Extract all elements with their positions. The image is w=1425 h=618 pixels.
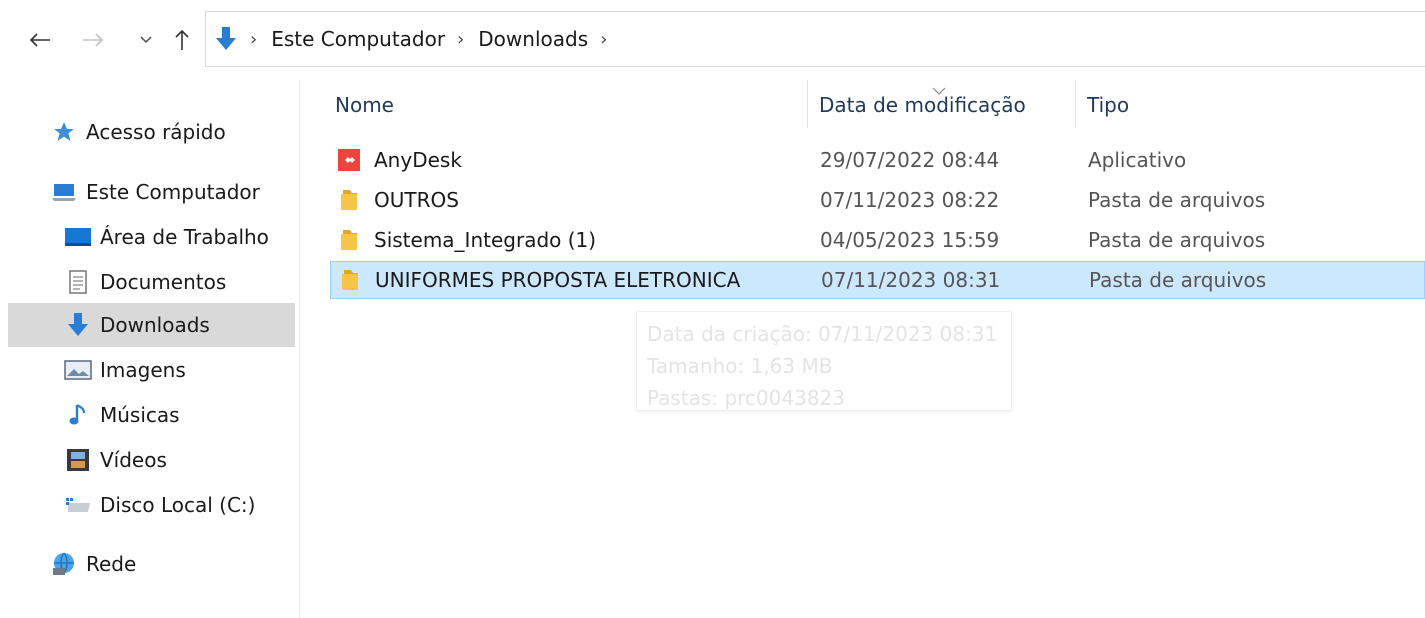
folder-icon	[336, 228, 362, 252]
arrow-up-icon	[175, 29, 189, 50]
file-date: 04/05/2023 15:59	[820, 228, 1000, 252]
anydesk-icon	[336, 148, 362, 172]
file-row-uniformes-proposta-eletronica[interactable]: UNIFORMES PROPOSTA ELETRONICA 07/11/2023…	[330, 261, 1425, 299]
back-button[interactable]	[22, 24, 58, 56]
arrow-left-icon	[29, 33, 50, 47]
address-bar[interactable]: › Este Computador › Downloads ›	[205, 11, 1425, 67]
folder-icon	[336, 188, 362, 212]
sidebar-item-label: Documentos	[100, 270, 227, 294]
sidebar-item-label: Este Computador	[86, 180, 260, 204]
video-icon	[64, 446, 92, 474]
breadcrumb-downloads[interactable]: Downloads	[478, 27, 588, 51]
arrow-right-icon	[83, 33, 104, 47]
folder-icon	[337, 268, 363, 292]
sidebar-item-downloads[interactable]: Downloads	[8, 303, 295, 347]
sidebar-item-label: Acesso rápido	[86, 120, 226, 144]
recent-locations-button[interactable]	[134, 24, 158, 56]
file-date: 29/07/2022 08:44	[820, 148, 1000, 172]
column-header-nome[interactable]: Nome	[335, 80, 805, 130]
document-icon	[64, 268, 92, 296]
sidebar-item-label: Imagens	[100, 358, 186, 382]
column-divider[interactable]	[807, 80, 808, 128]
sidebar-item-label: Vídeos	[100, 448, 167, 472]
file-name-cell: UNIFORMES PROPOSTA ELETRONICA	[337, 268, 740, 292]
sidebar-item-imagens[interactable]: Imagens	[64, 348, 290, 392]
computer-icon	[50, 178, 78, 206]
file-row-sistema-integrado[interactable]: Sistema_Integrado (1) 04/05/2023 15:59 P…	[330, 221, 1425, 259]
file-row-outros[interactable]: OUTROS 07/11/2023 08:22 Pasta de arquivo…	[330, 181, 1425, 219]
tooltip-folders: Pastas: prc0043823	[647, 386, 845, 410]
file-info-tooltip: Data da criação: 07/11/2023 08:31 Tamanh…	[636, 311, 1012, 411]
column-header-tipo[interactable]: Tipo	[1087, 80, 1387, 130]
sidebar-item-acesso-rapido[interactable]: Acesso rápido	[50, 110, 290, 154]
file-type: Aplicativo	[1088, 148, 1187, 172]
navigation-pane: Acesso rápido Este Computador Área de Tr…	[0, 80, 300, 618]
column-divider[interactable]	[1075, 80, 1076, 128]
breadcrumb-este-computador[interactable]: Este Computador	[271, 27, 445, 51]
file-date: 07/11/2023 08:31	[821, 268, 1001, 292]
forward-button[interactable]	[78, 24, 108, 56]
up-button[interactable]	[168, 24, 196, 56]
file-name-cell: OUTROS	[336, 188, 459, 212]
desktop-icon	[64, 223, 92, 251]
sidebar-item-documentos[interactable]: Documentos	[64, 260, 290, 304]
file-date: 07/11/2023 08:22	[820, 188, 1000, 212]
image-icon	[64, 356, 92, 384]
tooltip-created: Data da criação: 07/11/2023 08:31	[647, 322, 998, 346]
network-icon	[50, 550, 78, 578]
file-type: Pasta de arquivos	[1088, 188, 1266, 212]
breadcrumb-separator[interactable]: ›	[250, 29, 257, 50]
breadcrumb-separator[interactable]: ›	[600, 29, 607, 50]
file-row-anydesk[interactable]: AnyDesk 29/07/2022 08:44 Aplicativo	[330, 141, 1425, 179]
download-location-icon	[214, 26, 238, 52]
file-name-cell: Sistema_Integrado (1)	[336, 228, 596, 252]
star-icon	[50, 118, 78, 146]
file-name: UNIFORMES PROPOSTA ELETRONICA	[375, 268, 741, 292]
sidebar-item-musicas[interactable]: Músicas	[64, 393, 290, 437]
file-type: Pasta de arquivos	[1088, 228, 1266, 252]
sidebar-item-disco-local[interactable]: Disco Local (C:)	[64, 483, 290, 527]
sidebar-item-label: Rede	[86, 552, 137, 576]
music-icon	[64, 401, 92, 429]
sidebar-item-este-computador[interactable]: Este Computador	[50, 170, 290, 214]
navigation-bar: › Este Computador › Downloads ›	[0, 0, 1425, 80]
file-type: Pasta de arquivos	[1089, 268, 1267, 292]
sidebar-item-area-de-trabalho[interactable]: Área de Trabalho	[64, 215, 290, 259]
sidebar-item-label: Área de Trabalho	[100, 225, 269, 249]
sidebar-item-label: Downloads	[100, 313, 210, 337]
drive-icon	[64, 491, 92, 519]
breadcrumb-separator[interactable]: ›	[457, 29, 464, 50]
file-name-cell: AnyDesk	[336, 148, 462, 172]
column-header-data-modificacao[interactable]: Data de modificação	[819, 80, 1069, 130]
file-name: Sistema_Integrado (1)	[374, 228, 597, 252]
chevron-down-icon	[140, 36, 152, 43]
file-name: OUTROS	[374, 188, 459, 212]
sidebar-item-rede[interactable]: Rede	[50, 542, 290, 586]
sidebar-item-videos[interactable]: Vídeos	[64, 438, 290, 482]
tooltip-size: Tamanho: 1,63 MB	[647, 354, 833, 378]
sidebar-item-label: Disco Local (C:)	[100, 493, 256, 517]
file-name: AnyDesk	[374, 148, 462, 172]
download-icon	[64, 311, 92, 339]
sidebar-item-label: Músicas	[100, 403, 180, 427]
